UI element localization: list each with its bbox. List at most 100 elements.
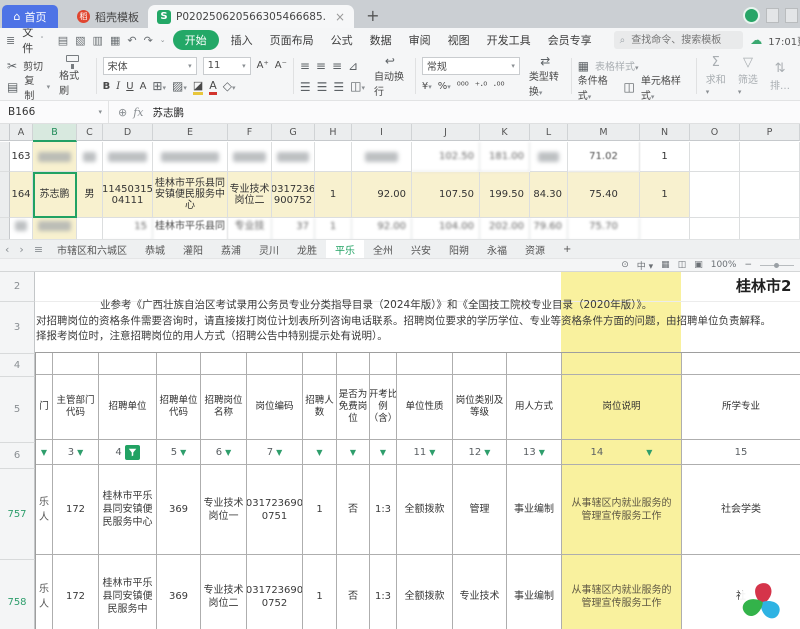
cell-style-button[interactable]: 单元格样式▾ — [641, 72, 690, 102]
col-header-e[interactable]: E — [153, 124, 228, 141]
underline-button[interactable]: U — [126, 81, 133, 92]
number-format-select[interactable]: 常规 ▾ — [422, 57, 520, 75]
empty-cell[interactable] — [99, 353, 157, 375]
add-sheet-button[interactable]: + — [554, 240, 580, 258]
cell-p163[interactable] — [740, 142, 800, 172]
row-number[interactable]: 2 — [0, 272, 35, 302]
cell-f165[interactable]: 专业技 — [228, 218, 272, 239]
header-post-code[interactable]: 岗位编码 — [247, 375, 303, 440]
header-partial-dept[interactable]: 门 — [36, 375, 53, 440]
cell-description[interactable]: 从事辖区内就业服务的管理宣传服务工作 — [562, 465, 682, 555]
file-menu[interactable]: 文件 — [22, 24, 33, 56]
cell-a163[interactable]: 163 — [10, 142, 33, 172]
empty-cell[interactable] — [507, 353, 562, 375]
sheet-list-icon[interactable]: ≡ — [29, 243, 48, 256]
col-header-h[interactable]: H — [315, 124, 352, 141]
ribbon-tab-dev-tools[interactable]: 开发工具 — [482, 30, 536, 50]
cell-o165[interactable] — [690, 218, 740, 239]
more-icon[interactable]: ⌄ — [160, 36, 166, 44]
new-tab-button[interactable]: + — [366, 6, 379, 25]
cell-free[interactable]: 否 — [337, 465, 370, 555]
percent-icon[interactable]: %▾ — [438, 81, 451, 92]
row-number-filtered[interactable]: 758 — [0, 560, 35, 629]
ribbon-tab-page-layout[interactable]: 页面布局 — [265, 30, 319, 50]
sheet-tab-7[interactable]: 全州 — [364, 240, 402, 258]
cell-g164[interactable]: 0317236900752 — [272, 172, 315, 218]
col-header-j[interactable]: J — [412, 124, 480, 141]
align-middle-icon[interactable]: ≡ — [316, 60, 326, 72]
sheet-tab-2[interactable]: 灌阳 — [174, 240, 212, 258]
filter-button[interactable]: ▽ 筛选▾ — [735, 55, 761, 97]
filter-cell[interactable]: 12▼ — [453, 440, 507, 465]
cell-k164[interactable]: 199.50 — [480, 172, 530, 218]
col-header-p[interactable]: P — [740, 124, 800, 141]
cell-g163-redacted[interactable] — [272, 142, 315, 172]
cell-free[interactable]: 否 — [337, 555, 370, 629]
sheet-tab-5[interactable]: 龙胜 — [288, 240, 326, 258]
formula-value[interactable]: 苏志鹏 — [153, 101, 185, 123]
type-convert-button[interactable]: ⇄ 类型转换▾ — [526, 55, 565, 97]
font-name-select[interactable]: 宋体 ▾ — [103, 57, 197, 75]
increase-font-icon[interactable]: A⁺ — [257, 60, 269, 71]
cell-count[interactable]: 1 — [303, 465, 337, 555]
cell-post-code[interactable]: 0317236900752 — [247, 555, 303, 629]
ribbon-tab-data[interactable]: 数据 — [365, 30, 397, 50]
empty-cell[interactable] — [397, 353, 453, 375]
cell-unit-code[interactable]: 369 — [157, 465, 201, 555]
eye-protect-icon[interactable]: ⊙ — [621, 260, 629, 270]
filter-cell[interactable]: 11▼ — [397, 440, 453, 465]
cell-i164[interactable]: 92.00 — [352, 172, 412, 218]
filter-cell[interactable]: ▼ — [370, 440, 397, 465]
empty-cell[interactable] — [682, 353, 800, 375]
col-header-n[interactable]: N — [640, 124, 690, 141]
empty-cell[interactable] — [36, 353, 53, 375]
page-view-icon[interactable]: ◫ — [678, 260, 687, 270]
cell-j165[interactable]: 104.00 — [412, 218, 480, 239]
row-number[interactable]: 3 — [0, 302, 35, 354]
strikethrough-button[interactable]: A — [140, 81, 147, 92]
thousands-icon[interactable]: ⁰⁰⁰ — [457, 81, 469, 92]
presence-icon[interactable] — [743, 7, 760, 24]
align-left-icon[interactable]: ☰ — [300, 81, 311, 93]
borders-icon[interactable]: ⊞▾ — [152, 80, 166, 94]
header-unit-code[interactable]: 招聘单位代码 — [157, 375, 201, 440]
cell-h163[interactable] — [315, 142, 352, 172]
empty-cell[interactable] — [370, 353, 397, 375]
language-indicator[interactable]: 中 ▾ — [637, 259, 653, 272]
cell-nature[interactable]: 全额拨款 — [397, 555, 453, 629]
cell-h165[interactable]: 1 — [315, 218, 352, 239]
font-size-select[interactable]: 11 ▾ — [203, 57, 251, 75]
header-unit[interactable]: 招聘单位 — [99, 375, 157, 440]
prev-sheet-icon[interactable]: ‹ — [0, 243, 14, 256]
undo-icon[interactable]: ↶ — [127, 34, 136, 47]
cell-post[interactable]: 专业技术岗位一 — [201, 465, 247, 555]
cell-l163-redacted[interactable] — [530, 142, 568, 172]
col-header-a[interactable]: A — [10, 124, 33, 141]
cell-major[interactable]: 社会学类 — [682, 465, 800, 555]
cell-g165[interactable]: 37 — [272, 218, 315, 239]
cell-a165-redacted[interactable] — [10, 218, 33, 239]
cell-m165[interactable]: 75.70 — [568, 218, 640, 239]
align-top-icon[interactable]: ≡ — [300, 60, 310, 72]
empty-cell[interactable] — [337, 353, 370, 375]
col-header-c[interactable]: C — [77, 124, 103, 141]
break-view-icon[interactable]: ▣ — [694, 260, 703, 270]
cell-count[interactable]: 1 — [303, 555, 337, 629]
preview-icon[interactable]: ▦ — [110, 34, 120, 47]
corner-cell[interactable] — [0, 124, 10, 141]
empty-cell[interactable] — [53, 353, 99, 375]
cell-e163-redacted[interactable] — [153, 142, 228, 172]
shading-icon[interactable]: ▨▾ — [172, 80, 187, 94]
redo-icon[interactable]: ↷ — [144, 34, 153, 47]
cloud-sync-icon[interactable]: ☁ — [750, 33, 762, 47]
header-mode[interactable]: 用人方式 — [507, 375, 562, 440]
document-tab[interactable]: S P020250620566305466685.xls × — [148, 5, 354, 28]
ribbon-tab-insert[interactable]: 插入 — [226, 30, 258, 50]
filter-cell[interactable]: 15 — [682, 440, 800, 465]
col-header-b[interactable]: B — [33, 124, 77, 142]
cell-nature[interactable]: 全额拨款 — [397, 465, 453, 555]
col-header-g[interactable]: G — [272, 124, 315, 141]
filter-cell[interactable]: 7▼ — [247, 440, 303, 465]
name-box-input[interactable] — [6, 105, 70, 119]
cell-n164[interactable]: 1 — [640, 172, 690, 218]
